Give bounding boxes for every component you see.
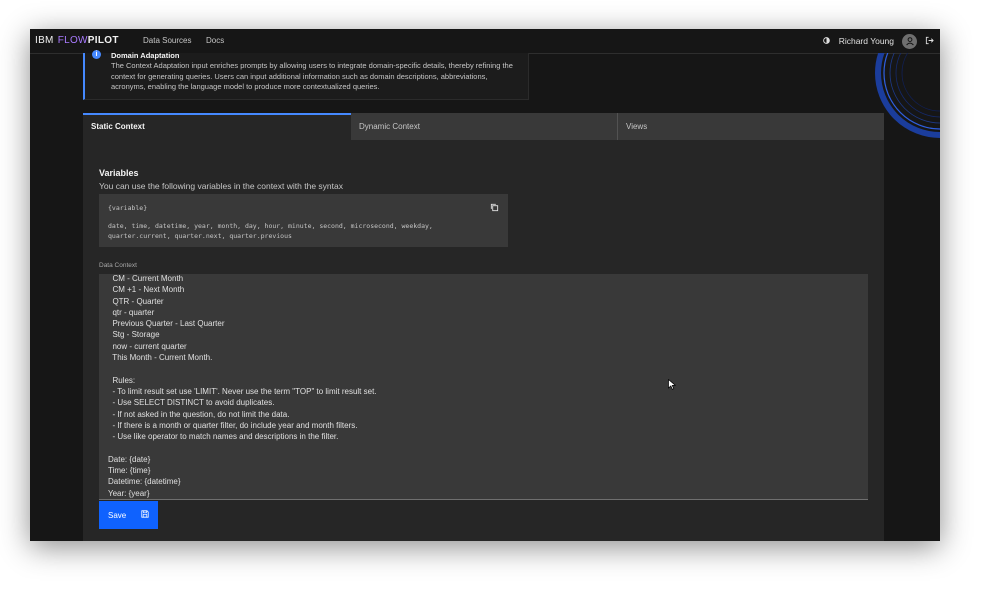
notification-title: Domain Adaptation [111,51,180,60]
tab-static-context[interactable]: Static Context [83,113,351,140]
theme-toggle-icon[interactable] [822,36,831,47]
context-tabs: Static Context Dynamic Context Views [83,113,884,140]
data-context-line: CM - Current Month [108,274,184,283]
data-context-line: QTR - Quarter [108,296,164,306]
save-button[interactable]: Save [99,501,158,529]
notification-body: The Context Adaptation input enriches pr… [111,61,513,91]
data-context-text: CM - Current Month CM +1 - Next Month QT… [108,274,377,499]
variables-code-snippet: {variable} date, time, datetime, year, m… [99,194,508,247]
data-context-line: Stg - Storage [108,330,160,340]
data-context-line: This Month - Current Month. [108,353,213,363]
variables-description: You can use the following variables in t… [99,181,343,191]
variable-list: date, time, datetime, year, month, day, … [108,222,433,240]
data-context-textarea[interactable]: CM - Current Month CM +1 - Next Month QT… [99,274,868,500]
data-context-line: - To limit result set use 'LIMIT'. Never… [108,386,377,396]
data-context-line [108,363,377,374]
brand-flow: FLOW [57,35,88,46]
data-context-line: CM +1 - Next Month [108,285,185,295]
brand-pilot: PILOT [87,35,119,46]
data-context-line [108,442,377,453]
tab-views[interactable]: Views [617,113,884,140]
user-area: Richard Young [822,32,934,50]
data-context-line: Rules: [108,375,136,385]
save-button-label: Save [108,511,127,520]
data-context-line: - Use SELECT DISTINCT to avoid duplicate… [108,398,275,408]
info-icon: i [92,50,101,59]
variable-syntax: {variable} [108,204,148,212]
data-context-line: - Use like operator to match names and d… [108,432,339,442]
data-context-line: - If not asked in the question, do not l… [108,409,290,419]
data-context-line: Year: {year} [108,488,150,498]
logout-icon[interactable] [925,36,934,47]
copy-icon[interactable] [490,203,499,214]
user-name[interactable]: Richard Young [839,36,894,46]
context-panel: Static Context Dynamic Context Views Var… [83,113,884,541]
mouse-cursor-icon [668,377,677,395]
variables-heading: Variables [99,168,139,178]
data-context-line: now - current quarter [108,341,187,351]
data-context-label: Data Context [99,262,137,269]
tab-dynamic-context[interactable]: Dynamic Context [351,113,617,140]
data-context-line: Previous Quarter - Last Quarter [108,319,225,329]
nav-docs[interactable]: Docs [206,36,224,45]
domain-adaptation-notification: i Domain Adaptation The Context Adaptati… [83,50,529,100]
data-context-line: qtr - quarter [108,307,155,317]
nav-data-sources[interactable]: Data Sources [143,36,191,45]
brand-logo[interactable]: IBM FLOWPILOT [35,35,119,46]
data-context-line: Datetime: {datetime} [108,477,181,487]
data-context-line: - If there is a month or quarter filter,… [108,420,358,430]
resize-handle-icon[interactable] [861,492,867,499]
data-context-line: Time: {time} [108,466,151,476]
brand-ibm: IBM [35,35,54,46]
user-avatar-icon[interactable] [902,33,917,49]
save-icon [141,510,149,520]
app-window: IBM FLOWPILOT Data Sources Docs Richard Y… [30,29,940,541]
data-context-line: Date: {date} [108,454,151,464]
